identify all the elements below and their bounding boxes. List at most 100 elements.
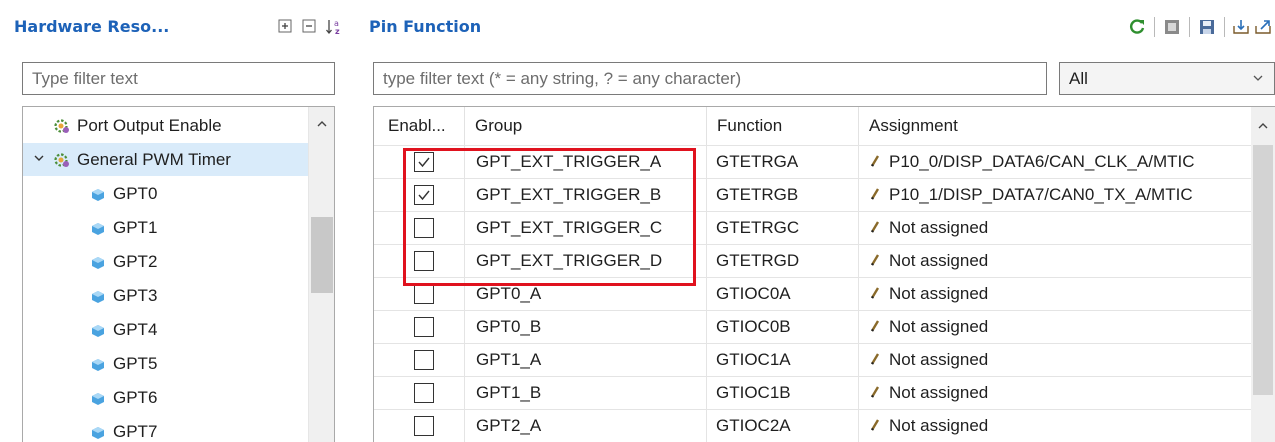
tree-item-label: GPT1 [113,217,158,237]
table-scrollbar[interactable] [1251,107,1275,442]
function-cell: GTIOC1A [706,344,858,376]
column-header-group[interactable]: Group [465,107,705,145]
column-header-function[interactable]: Function [707,107,857,145]
pin-function-filter-input[interactable]: type filter text (* = any string, ? = an… [373,62,1047,95]
import-icon[interactable] [1231,16,1253,38]
pin-function-header: Pin Function [357,0,1275,52]
function-cell: GTIOC1B [706,377,858,409]
view-title[interactable]: Pin Function [369,17,481,36]
table-row[interactable]: GPT0_B GTIOC0B Not assigned [374,310,1252,343]
tree-item-gpt0[interactable]: GPT0 [23,177,310,210]
tree-item-label: GPT2 [113,251,158,271]
assignment-cell[interactable]: Not assigned [858,344,1252,376]
table-row[interactable]: GPT_EXT_TRIGGER_C GTETRGC Not assigned [374,211,1252,244]
chevron-up-icon[interactable] [316,117,328,132]
tree-item-label: GPT6 [113,387,158,407]
enable-checkbox[interactable] [414,251,434,271]
collapse-all-icon[interactable] [301,18,317,34]
group-cell: GPT0_B [464,311,706,343]
chevron-up-icon[interactable] [1257,119,1269,134]
chevron-down-icon[interactable] [1252,63,1264,105]
pencil-icon [870,213,880,233]
tree-item-gpt7[interactable]: GPT7 [23,415,310,442]
group-cell: GPT2_A [464,410,706,442]
assignment-cell[interactable]: P10_1/DISP_DATA7/CAN0_TX_A/MTIC [858,179,1252,211]
table-header: Enabl... Group Function Assignment [374,107,1275,145]
sort-alphabetical-icon[interactable]: az [325,18,341,36]
cube-icon [91,357,105,371]
enable-checkbox[interactable] [414,350,434,370]
save-icon[interactable] [1196,16,1218,38]
view-title[interactable]: Hardware Reso... [14,17,169,36]
table-row[interactable]: GPT0_A GTIOC0A Not assigned [374,277,1252,310]
enable-checkbox[interactable] [414,284,434,304]
hardware-resources-tree: Port Output Enable General PWM Timer GPT… [22,106,335,442]
column-header-enabled[interactable]: Enabl... [378,107,462,145]
table-row[interactable]: GPT1_B GTIOC1B Not assigned [374,376,1252,409]
assignment-cell[interactable]: Not assigned [858,311,1252,343]
enable-checkbox[interactable] [414,416,434,436]
filter-scope-select[interactable]: All [1059,62,1275,95]
export-icon[interactable] [1253,16,1275,38]
group-cell: GPT_EXT_TRIGGER_D [464,245,706,277]
tree-item-gpt1[interactable]: GPT1 [23,211,310,244]
tree-item-gpt3[interactable]: GPT3 [23,279,310,312]
assignment-value: Not assigned [889,383,989,402]
enabled-cell [374,377,464,409]
assignment-cell[interactable]: P10_0/DISP_DATA6/CAN_CLK_A/MTIC [858,146,1252,178]
tree-item-label: General PWM Timer [77,149,231,169]
table-row[interactable]: GPT1_A GTIOC1A Not assigned [374,343,1252,376]
chevron-down-icon[interactable] [31,152,47,167]
tree-scrollbar[interactable] [308,107,334,442]
tree-item-gpt5[interactable]: GPT5 [23,347,310,380]
pin-function-table: Enabl... Group Function Assignment GPT_E… [373,106,1275,442]
cube-icon [91,323,105,337]
column-header-assignment[interactable]: Assignment [859,107,1249,145]
group-cell: GPT_EXT_TRIGGER_A [464,146,706,178]
refresh-icon[interactable] [1126,16,1148,38]
chip-icon[interactable] [1161,16,1183,38]
assignment-cell[interactable]: Not assigned [858,278,1252,310]
assignment-cell[interactable]: Not assigned [858,377,1252,409]
toolbar-separator [1224,17,1225,37]
table-row[interactable]: GPT_EXT_TRIGGER_A GTETRGA P10_0/DISP_DATA6… [374,145,1252,178]
tree-item-general-pwm-timer[interactable]: General PWM Timer [23,143,310,176]
tree-item-label: GPT3 [113,285,158,305]
enable-checkbox[interactable] [414,317,434,337]
scrollbar-thumb[interactable] [311,217,333,293]
tree-item-gpt4[interactable]: GPT4 [23,313,310,346]
assignment-cell[interactable]: Not assigned [858,410,1252,442]
gear-icon [53,151,71,169]
scrollbar-thumb[interactable] [1253,145,1273,395]
assignment-cell[interactable]: Not assigned [858,212,1252,244]
function-cell: GTETRGC [706,212,858,244]
assignment-value: P10_1/DISP_DATA7/CAN0_TX_A/MTIC [889,185,1193,204]
assignment-value: Not assigned [889,416,989,435]
assignment-cell[interactable]: Not assigned [858,245,1252,277]
toolbar-separator [1154,17,1155,37]
expand-all-icon[interactable] [277,18,293,34]
tree-item-label: GPT4 [113,319,158,339]
hardware-filter-input[interactable]: Type filter text [22,62,335,95]
group-cell: GPT_EXT_TRIGGER_B [464,179,706,211]
pencil-icon [870,180,880,200]
filter-scope-value: All [1069,69,1088,88]
function-cell: GTETRGA [706,146,858,178]
tree-item-gpt2[interactable]: GPT2 [23,245,310,278]
table-row[interactable]: GPT2_A GTIOC2A Not assigned [374,409,1252,442]
assignment-value: Not assigned [889,350,989,369]
enabled-cell [374,212,464,244]
enable-checkbox[interactable] [414,383,434,403]
enable-checkbox[interactable] [414,152,434,172]
assignment-value: Not assigned [889,317,989,336]
tree-item-label: GPT5 [113,353,158,373]
tree-item-label: GPT7 [113,421,158,441]
table-row[interactable]: GPT_EXT_TRIGGER_B GTETRGB P10_1/DISP_DATA7… [374,178,1252,211]
tree-item-gpt6[interactable]: GPT6 [23,381,310,414]
table-row[interactable]: GPT_EXT_TRIGGER_D GTETRGD Not assigned [374,244,1252,277]
function-cell: GTIOC0A [706,278,858,310]
enabled-cell [374,344,464,376]
enable-checkbox[interactable] [414,185,434,205]
tree-item-port-output-enable[interactable]: Port Output Enable [23,109,310,142]
enable-checkbox[interactable] [414,218,434,238]
